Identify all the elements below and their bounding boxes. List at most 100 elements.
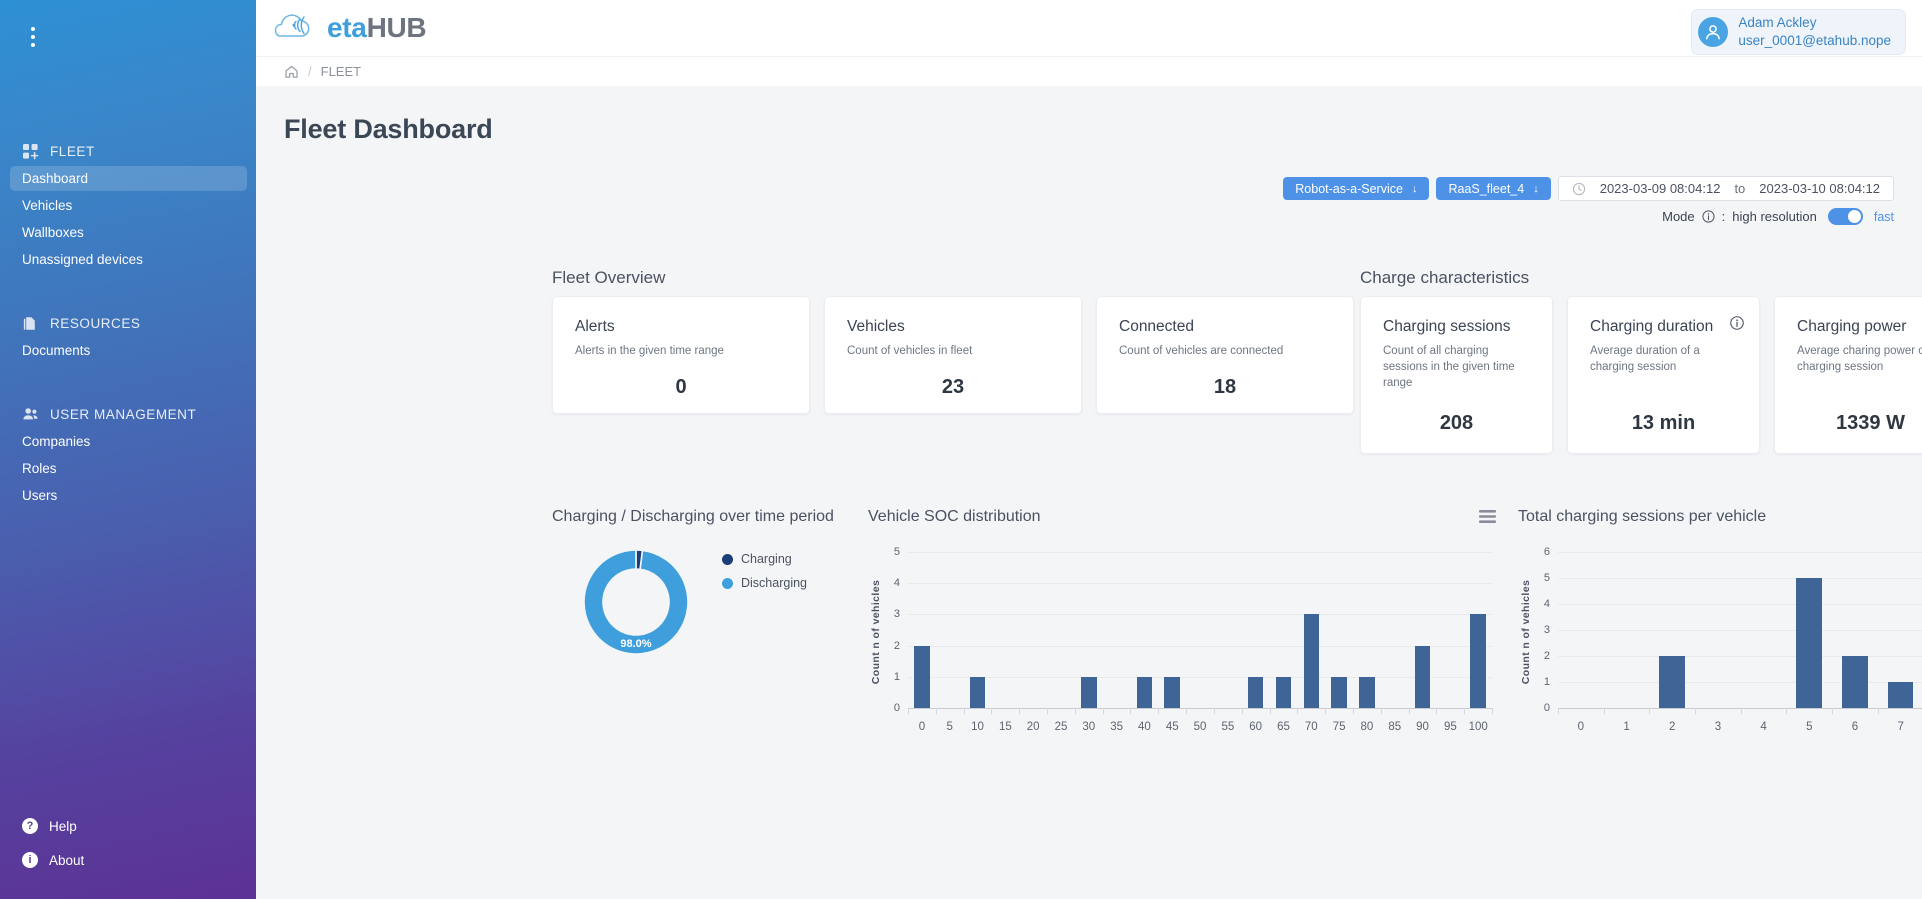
bar[interactable]	[1887, 682, 1914, 708]
x-axis-tick: 7	[1897, 721, 1904, 733]
sidebar-item-documents[interactable]: Documents	[10, 338, 247, 363]
user-profile-button[interactable]: Adam Ackley user_0001@etahub.nope	[1691, 9, 1906, 55]
mode-toggle-switch[interactable]	[1827, 208, 1863, 225]
bar-column[interactable]	[1047, 552, 1075, 708]
bar-column[interactable]	[1741, 552, 1787, 708]
bar-column[interactable]	[1019, 552, 1047, 708]
bar-column[interactable]	[1214, 552, 1242, 708]
legend-item-charging[interactable]: Charging	[722, 552, 807, 566]
bar[interactable]	[1275, 676, 1292, 708]
bar[interactable]	[1414, 645, 1431, 708]
donut-graphic[interactable]: 98.0%	[574, 540, 698, 664]
mode-label: Mode	[1662, 209, 1695, 224]
service-filter-button[interactable]: Robot-as-a-Service ↓	[1283, 177, 1430, 200]
bar-column[interactable]	[1297, 552, 1325, 708]
bar-column[interactable]	[1353, 552, 1381, 708]
sidebar-menu-toggle[interactable]	[22, 22, 44, 52]
tickmark	[991, 708, 993, 714]
bar[interactable]	[1303, 614, 1320, 708]
tickmark	[1019, 708, 1021, 714]
bar-column[interactable]	[1786, 552, 1832, 708]
x-axis-tick: 6	[1851, 721, 1859, 733]
chart-title: Vehicle SOC distribution	[868, 508, 1041, 525]
chart-plot-area[interactable]: Count n of vehicles 01234560123456789101…	[1518, 546, 1922, 742]
info-icon[interactable]	[1730, 316, 1744, 335]
x-axis-tick: 45	[1165, 721, 1179, 733]
bar[interactable]	[1331, 676, 1347, 708]
toggle-knob	[1847, 210, 1861, 223]
service-filter-label: Robot-as-a-Service	[1295, 181, 1403, 196]
bar-column[interactable]	[1075, 552, 1103, 708]
bar-column[interactable]	[1832, 552, 1878, 708]
sidebar-item-wallboxes[interactable]: Wallboxes	[10, 220, 247, 245]
bar-column[interactable]	[936, 552, 964, 708]
bar-column[interactable]	[991, 552, 1019, 708]
sidebar-item-unassigned-devices[interactable]: Unassigned devices	[10, 247, 247, 272]
sidebar-item-companies[interactable]: Companies	[10, 429, 247, 454]
tickmark	[1649, 708, 1651, 714]
documents-icon	[22, 315, 39, 332]
app-logo[interactable]: etaHUB	[270, 9, 427, 48]
stat-card-title: Charging sessions	[1383, 318, 1511, 335]
x-axis-tick: 35	[1110, 721, 1123, 733]
sidebar-item-roles[interactable]: Roles	[10, 456, 247, 481]
bar[interactable]	[1659, 656, 1685, 708]
bar-column[interactable]	[1409, 552, 1437, 708]
tickmark	[1297, 708, 1299, 714]
tickmark	[1740, 708, 1742, 714]
bar-column[interactable]	[1649, 552, 1695, 708]
bar-column[interactable]	[1558, 552, 1604, 708]
bar[interactable]	[1796, 578, 1823, 708]
bar-column[interactable]	[1604, 552, 1650, 708]
date-range-picker[interactable]: 2023-03-09 08:04:12 to 2023-03-10 08:04:…	[1557, 176, 1894, 201]
bar-column[interactable]	[1186, 552, 1214, 708]
sidebar-item-dashboard[interactable]: Dashboard	[10, 166, 247, 191]
bar[interactable]	[1164, 676, 1180, 708]
bar-column[interactable]	[1878, 552, 1922, 708]
sidebar-group-fleet: FLEET Dashboard Vehicles Wallboxes Unass…	[0, 138, 256, 272]
bar-column[interactable]	[1381, 552, 1409, 708]
sidebar-item-help[interactable]: ? Help	[0, 809, 256, 843]
legend-item-discharging[interactable]: Discharging	[722, 576, 807, 590]
sidebar-item-about[interactable]: i About	[0, 843, 256, 877]
fleet-filter-button[interactable]: RaaS_fleet_4 ↓	[1436, 177, 1551, 200]
bar[interactable]	[1359, 676, 1375, 708]
sidebar-item-users[interactable]: Users	[10, 483, 247, 508]
x-axis-tickmarks	[1558, 708, 1922, 714]
chart-y-axis-label: Count n of vehicles	[870, 579, 883, 685]
bar-column[interactable]	[1103, 552, 1131, 708]
bar-column[interactable]	[1325, 552, 1353, 708]
bar[interactable]	[1081, 676, 1097, 708]
bar[interactable]	[914, 645, 930, 708]
tickmark	[1074, 708, 1076, 714]
bar[interactable]	[969, 676, 986, 708]
bar-column[interactable]	[1464, 552, 1492, 708]
bar-column[interactable]	[1436, 552, 1464, 708]
logo-text-secondary: HUB	[366, 12, 427, 43]
hamburger-menu-icon[interactable]	[1477, 508, 1498, 530]
bar-column[interactable]	[1270, 552, 1298, 708]
breadcrumb-current[interactable]: FLEET	[321, 64, 361, 79]
user-info: Adam Ackley user_0001@etahub.nope	[1738, 14, 1891, 50]
sidebar-item-vehicles[interactable]: Vehicles	[10, 193, 247, 218]
bar[interactable]	[1136, 676, 1153, 708]
bar-column[interactable]	[908, 552, 936, 708]
bar-column[interactable]	[1131, 552, 1159, 708]
x-axis-tick: 0	[918, 721, 926, 733]
bar-column[interactable]	[1158, 552, 1186, 708]
date-to-input[interactable]: 2023-03-10 08:04:12	[1759, 181, 1880, 196]
tickmark	[1158, 708, 1160, 714]
info-icon[interactable]	[1702, 210, 1715, 223]
home-icon[interactable]	[284, 64, 299, 79]
bar[interactable]	[1247, 676, 1264, 708]
bar-column[interactable]	[964, 552, 992, 708]
x-axis-tick: 70	[1304, 721, 1318, 733]
y-axis-tick: 0	[1543, 702, 1550, 714]
chart-plot-area[interactable]: Count n of vehicles 0 1 2 3 4 5 0 5 10 15 20 25 30 35…	[868, 546, 1498, 742]
bar[interactable]	[1470, 614, 1486, 708]
bar-column[interactable]	[1242, 552, 1270, 708]
clock-icon	[1572, 182, 1586, 196]
bar[interactable]	[1842, 656, 1868, 708]
date-from-input[interactable]: 2023-03-09 08:04:12	[1600, 181, 1721, 196]
bar-column[interactable]	[1695, 552, 1741, 708]
